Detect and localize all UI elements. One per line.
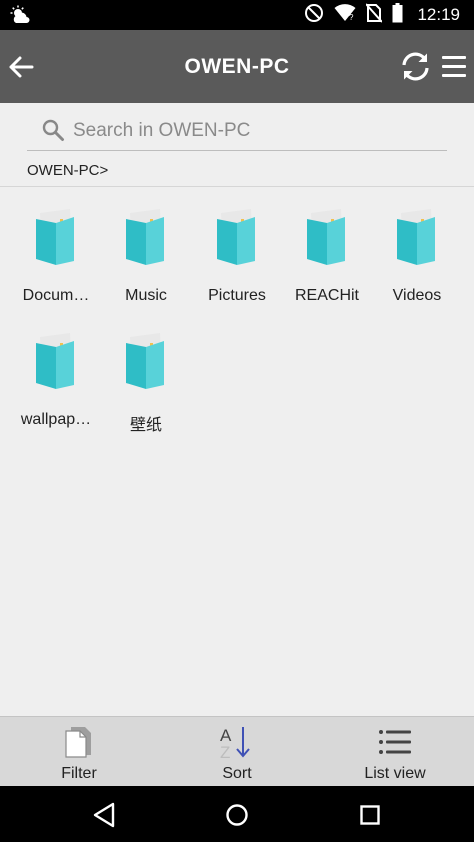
folder-item[interactable]: Videos: [372, 205, 462, 315]
folder-icon: [397, 209, 435, 265]
folder-item[interactable]: Pictures: [192, 205, 282, 315]
filter-icon: [65, 727, 91, 758]
folder-icon: [217, 209, 255, 265]
nav-home-icon[interactable]: [222, 800, 252, 830]
nav-back-icon[interactable]: [90, 800, 120, 830]
folder-item[interactable]: 壁纸: [101, 329, 191, 439]
menu-icon[interactable]: [440, 51, 468, 82]
svg-text:Z: Z: [220, 743, 230, 759]
divider: [0, 186, 474, 187]
filter-button[interactable]: Filter: [0, 717, 158, 787]
list-view-icon: [379, 730, 411, 754]
wifi-icon: ?: [334, 3, 356, 27]
folder-label: Music: [125, 287, 167, 304]
refresh-icon[interactable]: [400, 51, 431, 82]
status-bar: ? 12:19: [0, 0, 474, 30]
clock: 12:19: [417, 5, 460, 24]
folder-icon: [307, 209, 345, 265]
folder-label: Docum…: [22, 287, 90, 304]
nav-recents-icon[interactable]: [355, 800, 385, 830]
filter-label: Filter: [61, 765, 97, 782]
folder-item[interactable]: REACHit: [282, 205, 372, 315]
search-icon: [41, 118, 65, 142]
search-input[interactable]: [71, 115, 435, 147]
list-view-label: List view: [364, 765, 426, 782]
battery-icon: [392, 2, 403, 28]
sort-label: Sort: [222, 765, 252, 782]
folder-label: 壁纸: [129, 417, 162, 434]
svg-text:?: ?: [349, 13, 354, 22]
folder-icon: [36, 333, 74, 389]
folder-item[interactable]: wallpap…: [11, 329, 101, 439]
folder-item[interactable]: Music: [101, 205, 191, 315]
folder-icon: [36, 209, 74, 265]
system-nav-bar: [0, 786, 474, 842]
no-sim-icon: [365, 2, 384, 28]
do-not-disturb-icon: [304, 3, 324, 28]
folder-item[interactable]: Docum…: [11, 205, 101, 315]
folder-label: Videos: [392, 287, 442, 304]
search-bar: [27, 111, 447, 151]
folder-label: wallpap…: [20, 411, 92, 428]
folder-icon: [126, 209, 164, 265]
app-bar: OWEN-PC: [0, 30, 474, 103]
breadcrumb[interactable]: OWEN-PC>: [27, 160, 108, 182]
list-view-button[interactable]: List view: [316, 717, 474, 787]
weather-icon: [10, 5, 32, 30]
sort-button[interactable]: A Z Sort: [158, 717, 316, 787]
bottom-toolbar: Filter A Z Sort List view: [0, 716, 474, 787]
sort-icon: A Z: [220, 726, 250, 759]
folder-label: REACHit: [294, 287, 359, 304]
folder-label: Pictures: [208, 287, 266, 304]
folder-icon: [126, 333, 164, 389]
